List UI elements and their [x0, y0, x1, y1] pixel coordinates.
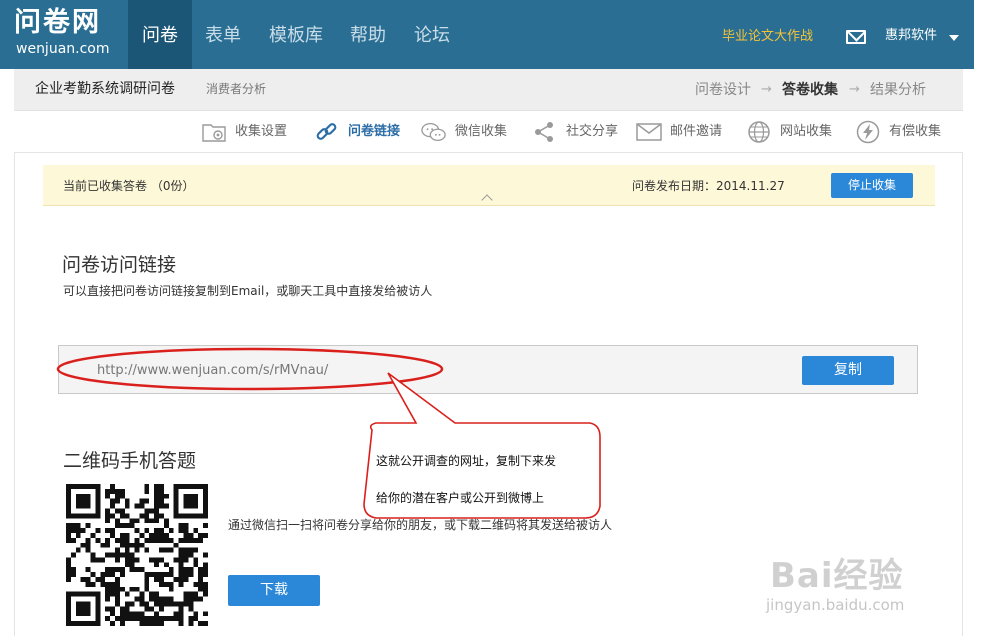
link-icon — [316, 123, 337, 140]
share-icon — [535, 122, 553, 142]
annotation-line-1: 这就公开调查的网址，复制下来发 — [376, 454, 557, 468]
tool-email-invite[interactable]: 邮件邀请 — [636, 111, 736, 153]
survey-link-input[interactable] — [97, 359, 697, 381]
survey-subtitle: 消费者分析 — [206, 82, 267, 96]
baidu-watermark: Bai经验 — [770, 556, 904, 596]
nav-item-help[interactable]: 帮助 — [340, 0, 396, 69]
tool-label: 社交分享 — [566, 124, 619, 139]
site-logo[interactable]: 问卷网 wenjuan.com — [14, 6, 114, 64]
qr-section-title: 二维码手机答题 — [63, 450, 197, 472]
tool-survey-link[interactable]: 问卷链接 — [314, 111, 410, 153]
tool-label: 微信收集 — [455, 124, 508, 139]
step-design[interactable]: 问卷设计 — [695, 69, 751, 111]
tool-label: 收集设置 — [235, 124, 288, 139]
tool-label: 邮件邀请 — [670, 124, 723, 139]
step-analysis[interactable]: 结果分析 — [870, 69, 926, 111]
survey-link-box: 复制 — [58, 345, 918, 394]
user-menu[interactable]: 惠邦软件 — [885, 0, 937, 69]
nav-item-survey[interactable]: 问卷 — [128, 0, 192, 69]
logo-text-en: wenjuan.com — [16, 41, 110, 57]
collected-count: 当前已收集答卷 （0份） — [63, 179, 195, 193]
logo-text-cn: 问卷网 — [14, 7, 101, 38]
mail-icon — [636, 123, 662, 141]
download-qr-button[interactable]: 下载 — [228, 575, 320, 606]
promo-link[interactable]: 毕业论文大作战 — [722, 0, 813, 69]
collection-toolbar: 收集设置 问卷链接 微信收集 社交分享 邮件邀请 网站收集 有偿收集 — [14, 111, 963, 153]
tool-social-share[interactable]: 社交分享 — [532, 111, 628, 153]
top-nav-bar: 问卷网 wenjuan.com 问卷 表单 模板库 帮助 论坛 毕业论文大作战 … — [0, 0, 974, 69]
globe-icon — [748, 121, 770, 143]
tool-label: 网站收集 — [780, 124, 833, 139]
tool-label: 有偿收集 — [889, 124, 942, 139]
annotation-line-2: 给你的潜在客户或公开到微博上 — [376, 491, 545, 505]
nav-item-forum[interactable]: 论坛 — [404, 0, 460, 69]
step-arrow: → — [849, 82, 860, 97]
wechat-icon — [421, 122, 446, 142]
stop-collect-button[interactable]: 停止收集 — [831, 173, 913, 198]
link-section-description: 可以直接把问卷访问链接复制到Email，或聊天工具中直接发给被访人 — [63, 284, 433, 298]
publish-date: 问卷发布日期：2014.11.27 — [632, 179, 785, 193]
tool-label: 问卷链接 — [348, 124, 401, 139]
settings-folder-icon — [202, 124, 226, 142]
qr-code-image — [66, 484, 208, 626]
message-mail-icon[interactable] — [846, 30, 866, 44]
step-collect[interactable]: 答卷收集 — [782, 69, 838, 111]
tool-collect-settings[interactable]: 收集设置 — [201, 111, 301, 153]
nav-item-templates[interactable]: 模板库 — [258, 0, 334, 69]
watermark-url: jingyan.baidu.com — [766, 596, 905, 614]
tool-website-collect[interactable]: 网站收集 — [746, 111, 846, 153]
tool-wechat-collect[interactable]: 微信收集 — [421, 111, 519, 153]
step-arrow: → — [761, 82, 772, 97]
nav-item-form[interactable]: 表单 — [192, 0, 254, 69]
survey-header: 企业考勤系统调研问卷 消费者分析 问卷设计 → 答卷收集 → 结果分析 — [14, 69, 963, 111]
tool-paid-collect[interactable]: 有偿收集 — [855, 111, 955, 153]
copy-button[interactable]: 复制 — [802, 356, 894, 385]
survey-title: 企业考勤系统调研问卷 — [35, 81, 175, 97]
lightning-icon — [856, 120, 880, 144]
link-section-title: 问卷访问链接 — [62, 254, 177, 276]
qr-section-description: 通过微信扫一扫将问卷分享给你的朋友，或下载二维码将其发送给被访人 — [228, 518, 613, 532]
chevron-down-icon[interactable] — [949, 35, 959, 41]
